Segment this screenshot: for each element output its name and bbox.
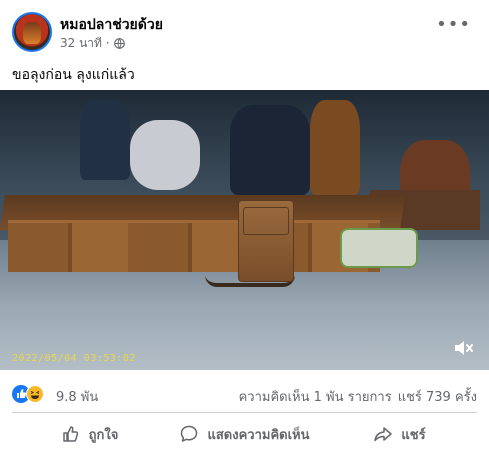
haha-icon xyxy=(26,385,44,403)
comment-count[interactable]: ความคิดเห็น 1 พัน รายการ xyxy=(239,386,392,407)
engagement-stats: ความคิดเห็น 1 พัน รายการ แชร์ 739 ครั้ง xyxy=(239,386,477,407)
video-timestamp: 2022/05/04 03:53:02 xyxy=(12,353,136,364)
page-name-link[interactable]: หมอปลาช่วยด้วย xyxy=(60,14,163,36)
like-button[interactable]: ถูกใจ xyxy=(12,416,167,452)
globe-icon xyxy=(113,38,125,49)
post-text: ขอลุงก่อน ลุงแก่แล้ว xyxy=(12,67,135,83)
page-avatar[interactable] xyxy=(12,12,52,52)
more-dots-icon[interactable]: ••• xyxy=(436,16,471,34)
reactions-bar: 9.8 พัน ความคิดเห็น 1 พัน รายการ แชร์ 73… xyxy=(12,383,477,405)
speaker-muted-icon[interactable] xyxy=(453,338,475,358)
reaction-icons[interactable] xyxy=(12,385,48,403)
reaction-count[interactable]: 9.8 พัน xyxy=(56,386,98,407)
video-player[interactable]: 2022/05/04 03:53:02 xyxy=(0,90,489,370)
share-arrow-icon xyxy=(374,427,393,442)
share-label: แชร์ xyxy=(401,427,426,443)
share-count[interactable]: แชร์ 739 ครั้ง xyxy=(398,386,477,407)
video-scene-people xyxy=(80,100,380,210)
post-meta: 32 นาที · xyxy=(60,34,125,53)
comment-label: แสดงความคิดเห็น xyxy=(207,427,310,443)
post-header: หมอปลาช่วยด้วย 32 นาที · ••• xyxy=(12,12,477,56)
post-card: หมอปลาช่วยด้วย 32 นาที · ••• ขอลุงก่อน ล… xyxy=(0,0,489,453)
thumbs-up-icon xyxy=(62,426,78,442)
comment-button[interactable]: แสดงความคิดเห็น xyxy=(167,416,322,452)
post-time[interactable]: 32 นาที · xyxy=(60,34,110,53)
video-scene-green-bag xyxy=(340,228,418,268)
post-actions: ถูกใจ แสดงความคิดเห็น แชร์ xyxy=(12,416,477,452)
share-button[interactable]: แชร์ xyxy=(322,416,477,452)
comment-bubble-icon xyxy=(181,425,198,442)
actions-divider xyxy=(12,412,477,413)
video-scene-platform-front xyxy=(8,220,380,272)
like-label: ถูกใจ xyxy=(88,427,119,443)
video-scene-leather-bag xyxy=(238,200,294,282)
